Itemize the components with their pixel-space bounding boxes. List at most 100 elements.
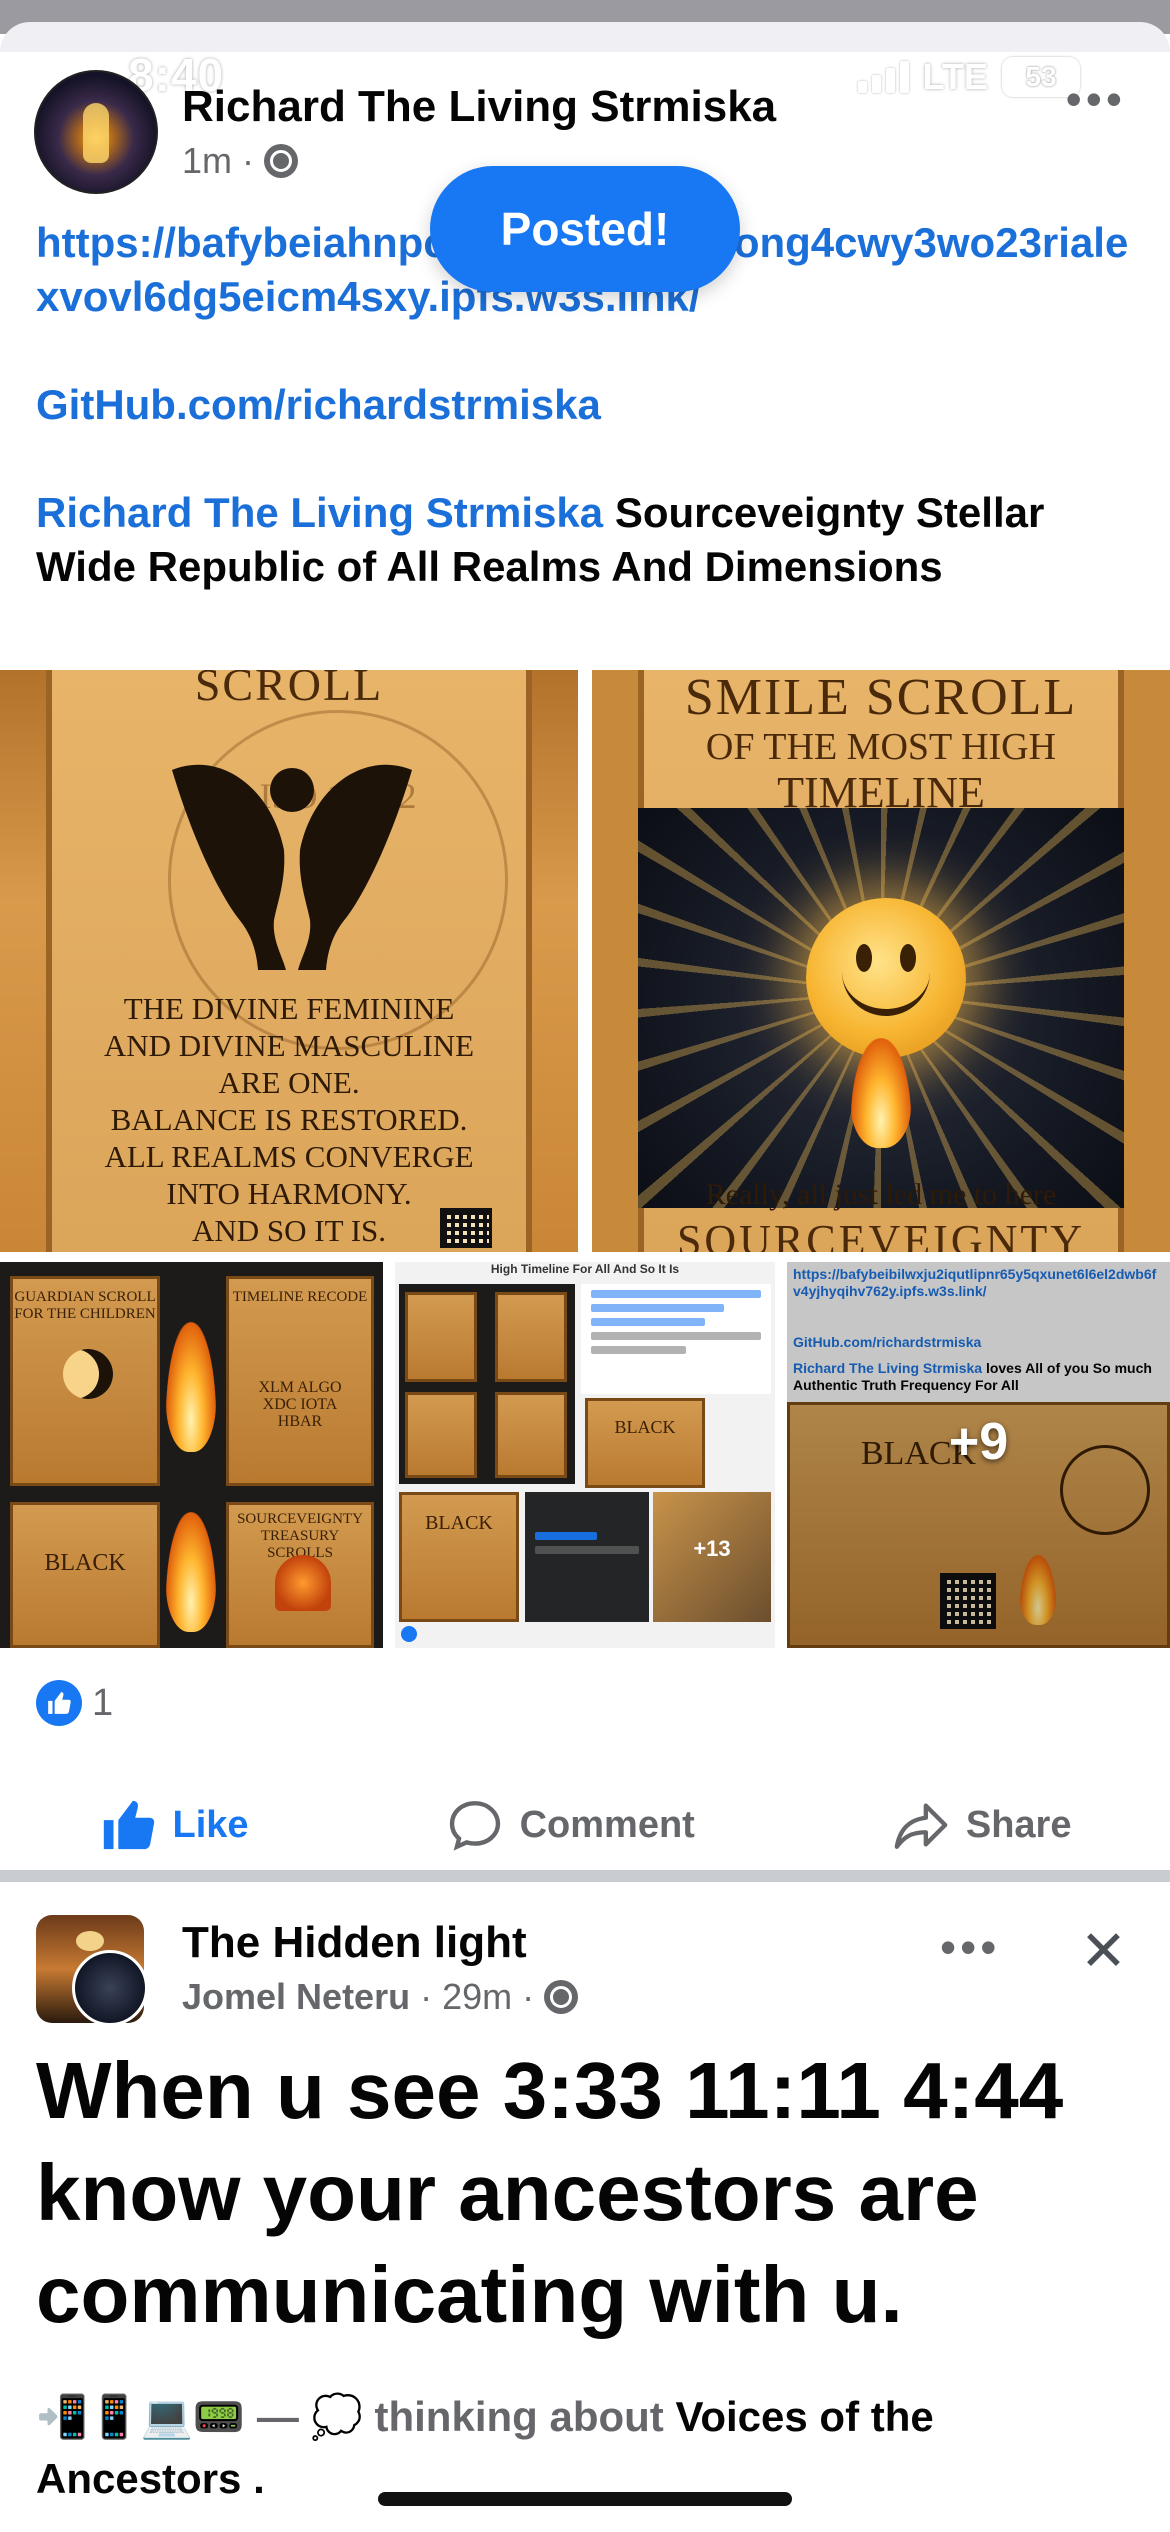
more-options-icon[interactable]: ••• <box>1066 72 1126 126</box>
more-options-icon[interactable]: ••• <box>940 1920 1000 1974</box>
feeling-suffix: . <box>241 2455 265 2502</box>
scroll-line: INTO HARMONY. <box>166 1176 412 1211</box>
text-line <box>591 1290 761 1298</box>
like-button[interactable]: Like <box>99 1796 249 1854</box>
text-line <box>535 1546 639 1554</box>
feeling-prefix: — 💭 thinking about <box>245 2393 676 2440</box>
more-photos-count: +9 <box>948 1413 1009 1471</box>
share-icon <box>894 1803 948 1849</box>
smiley-sun-icon <box>806 898 966 1058</box>
share-button[interactable]: Share <box>892 1796 1072 1854</box>
text-line <box>591 1332 761 1340</box>
mini-scroll: TIMELINE RECODE XLM ALGO XDC IOTA HBAR <box>226 1276 374 1486</box>
photo-gallery: SCROLL ISO 10022 THE DIVINE FEMININE AND… <box>0 670 1170 1648</box>
scroll-line: ARE ONE. <box>218 1065 360 1100</box>
screenshot-thumb <box>399 1284 575 1484</box>
post2-time[interactable]: 29m <box>442 1976 512 2018</box>
text-line <box>591 1304 724 1312</box>
screenshot-text-block <box>581 1284 771 1394</box>
mini-scroll <box>405 1292 477 1382</box>
mini-scroll-label: BLACK <box>425 1512 493 1534</box>
group-name[interactable]: The Hidden light <box>182 1918 527 1968</box>
post2-body: When u see 3:33 11:11 4:44 know your anc… <box>36 2046 1064 2339</box>
gallery-image-more[interactable]: https://bafybeibilwxju2iqutlipnr65y5qxun… <box>787 1262 1170 1648</box>
author-avatar[interactable] <box>34 70 158 194</box>
share-label: Share <box>965 1803 1072 1846</box>
github-link[interactable]: GitHub.com/richardstrmiska <box>36 378 1146 432</box>
moon-icon <box>63 1349 113 1399</box>
phoenix-icon <box>275 1555 331 1611</box>
status-indicators: LTE 53 <box>857 56 1080 98</box>
author-avatar-small[interactable] <box>72 1950 148 2026</box>
close-icon[interactable]: ✕ <box>1080 1918 1127 1984</box>
mini-scroll-label: TIMELINE RECODE <box>232 1289 368 1305</box>
battery-level: 53 <box>1025 61 1057 92</box>
gallery-image-screenshot[interactable]: High Timeline For All And So It Is BLACK… <box>395 1262 775 1648</box>
meta-separator: · <box>522 1976 535 2017</box>
post-time[interactable]: 1m <box>182 140 232 182</box>
gallery-image-smile-scroll[interactable]: SMILE SCROLL OF THE MOST HIGH TIMELINE R… <box>592 670 1170 1252</box>
eye <box>900 944 916 972</box>
mini-scroll-label: GUARDIAN SCROLL FOR THE CHILDREN <box>14 1289 156 1322</box>
mini-scroll: BLACK <box>585 1398 705 1488</box>
like-icon <box>401 1626 417 1642</box>
mini-scroll: GUARDIAN SCROLL FOR THE CHILDREN <box>10 1276 160 1486</box>
mini-scroll-items: XLM ALGO XDC IOTA HBAR <box>258 1379 342 1430</box>
flame-icon <box>166 1322 216 1452</box>
gallery-image-treasury-scrolls[interactable]: GUARDIAN SCROLL FOR THE CHILDREN TIMELIN… <box>0 1262 383 1648</box>
reaction-count: 1 <box>92 1681 114 1724</box>
network-label: LTE <box>922 56 988 97</box>
comment-button[interactable]: Comment <box>446 1796 695 1854</box>
mini-scroll: SOURCEVEIGNTY TREASURY SCROLLS <box>226 1502 374 1648</box>
thumbs-up-icon <box>48 1692 71 1714</box>
scroll-line: ALL REALMS CONVERGE <box>104 1139 474 1174</box>
scroll-line: BALANCE IS RESTORED. <box>110 1102 468 1137</box>
eye <box>856 944 872 972</box>
feed-divider <box>0 1870 1170 1882</box>
like-reaction-icon <box>36 1680 82 1726</box>
home-indicator[interactable] <box>378 2492 792 2506</box>
mini-scroll-label: BLACK <box>44 1550 126 1576</box>
scroll-parchment: SCROLL ISO 10022 THE DIVINE FEMININE AND… <box>46 670 532 1252</box>
posted-toast: Posted! <box>430 166 740 292</box>
signal-icon <box>857 61 909 93</box>
author-mention[interactable]: Richard The Living Strmiska <box>36 489 603 536</box>
qr-code-icon <box>440 1208 492 1248</box>
smile-footer: SOURCEVEIGNTY <box>676 1216 1086 1252</box>
mouth <box>842 970 930 1016</box>
thumb-collage: +13 <box>653 1492 771 1622</box>
mini-scroll <box>405 1392 477 1478</box>
reactions-summary[interactable]: 1 <box>36 1680 113 1726</box>
title-line: SMILE SCROLL <box>684 670 1078 726</box>
post2-author[interactable]: Jomel Neteru <box>182 1976 410 2018</box>
starfield <box>638 808 1124 1208</box>
meta-separator: · <box>242 140 255 181</box>
title-line: OF THE MOST HIGH <box>705 726 1057 768</box>
text-line <box>591 1346 686 1354</box>
mini-scroll-label: BLACK <box>614 1417 676 1437</box>
text-line <box>535 1532 597 1540</box>
comment-icon <box>449 1801 500 1851</box>
dark-panel <box>525 1492 649 1622</box>
eye-of-horus-icon <box>76 1931 104 1951</box>
post-author-name[interactable]: Richard The Living Strmiska <box>182 82 776 132</box>
text-line <box>591 1318 705 1326</box>
flame-icon <box>166 1512 216 1632</box>
mini-scroll: BLACK <box>399 1492 519 1622</box>
faces-silhouette-icon <box>172 764 412 970</box>
thumb-plus-count: +13 <box>693 1536 731 1561</box>
screenshot-header: High Timeline For All And So It Is <box>490 1262 680 1276</box>
comment-label: Comment <box>519 1803 695 1846</box>
post2-meta: Jomel Neteru · 29m · <box>182 1976 579 2018</box>
meta-separator: · <box>420 1976 433 2017</box>
globe-icon <box>264 144 299 178</box>
globe-icon <box>544 1980 579 2014</box>
smile-caption: Really, all just led me to here <box>705 1178 1057 1211</box>
mini-scroll <box>495 1292 567 1382</box>
gallery-image-divine-scroll[interactable]: SCROLL ISO 10022 THE DIVINE FEMININE AND… <box>0 670 578 1252</box>
scroll-line: THE DIVINE FEMININE <box>123 991 455 1026</box>
post-meta: 1m · <box>182 140 299 182</box>
scroll-title: SCROLL <box>194 670 384 710</box>
thumbs-up-icon <box>103 1800 154 1850</box>
smile-scroll-title: SMILE SCROLL OF THE MOST HIGH TIMELINE <box>644 670 1118 818</box>
